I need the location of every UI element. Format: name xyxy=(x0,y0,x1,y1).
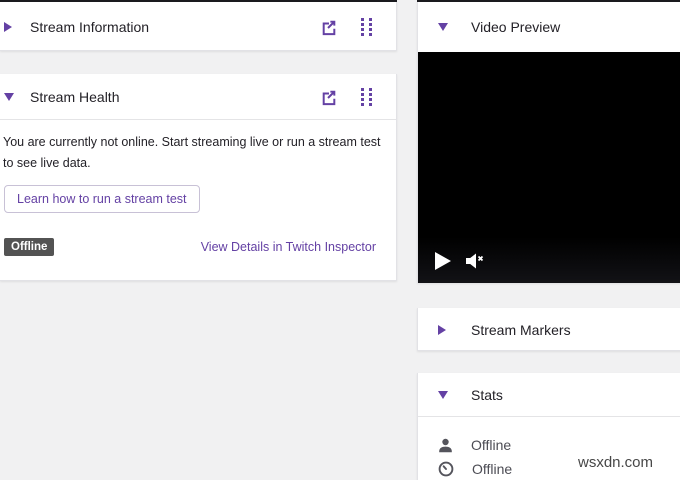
offline-message: You are currently not online. Start stre… xyxy=(3,132,381,174)
stream-markers-header[interactable]: Stream Markers xyxy=(418,308,680,351)
panel-title: Video Preview xyxy=(471,19,561,35)
stream-dashboard: Stream Information Stream Health You are… xyxy=(0,0,680,480)
stream-health-footer: Offline View Details in Twitch Inspector xyxy=(4,238,376,256)
uptime-clock-icon xyxy=(438,461,454,477)
collapse-arrow-icon[interactable] xyxy=(4,92,14,101)
watermark: wsxdn.com xyxy=(578,454,654,471)
panel-title: Stats xyxy=(471,386,503,403)
stream-markers-panel: Stream Markers xyxy=(417,308,680,351)
expand-arrow-icon[interactable] xyxy=(4,21,12,32)
panel-title: Stream Health xyxy=(30,88,120,105)
popout-icon[interactable] xyxy=(320,88,338,106)
offline-message-line1: You are currently not online. Start stre… xyxy=(3,135,381,149)
collapse-arrow-icon[interactable] xyxy=(438,23,448,31)
offline-message-line2: to see live data. xyxy=(3,156,91,170)
viewers-status: Offline xyxy=(471,437,512,453)
video-preview-panel: Video Preview xyxy=(417,2,680,283)
stream-health-header[interactable]: Stream Health xyxy=(0,74,396,120)
collapse-arrow-icon[interactable] xyxy=(438,390,448,399)
panel-title: Stream Information xyxy=(30,18,150,35)
drag-handle-icon[interactable] xyxy=(360,17,373,37)
play-icon[interactable] xyxy=(435,252,451,270)
stream-information-panel: Stream Information xyxy=(0,2,397,51)
stream-health-panel: Stream Health You are currently not onli… xyxy=(0,74,397,281)
viewers-person-icon xyxy=(438,438,453,453)
muted-speaker-icon[interactable] xyxy=(465,252,486,270)
stats-header[interactable]: Stats xyxy=(418,373,680,417)
stats-row-viewers: Offline xyxy=(438,435,511,455)
drag-handle-icon[interactable] xyxy=(360,87,373,107)
popout-icon[interactable] xyxy=(320,18,338,36)
status-badge: Offline xyxy=(4,238,55,256)
video-preview-header[interactable]: Video Preview xyxy=(418,2,680,52)
panel-title: Stream Markers xyxy=(471,321,571,338)
video-preview-player xyxy=(418,52,680,283)
stream-test-button[interactable]: Learn how to run a stream test xyxy=(4,185,200,213)
stats-row-uptime: Offline xyxy=(438,459,512,479)
stream-information-header[interactable]: Stream Information xyxy=(0,2,396,51)
expand-arrow-icon[interactable] xyxy=(438,324,446,335)
uptime-status: Offline xyxy=(472,461,513,477)
twitch-inspector-link[interactable]: View Details in Twitch Inspector xyxy=(201,240,376,254)
